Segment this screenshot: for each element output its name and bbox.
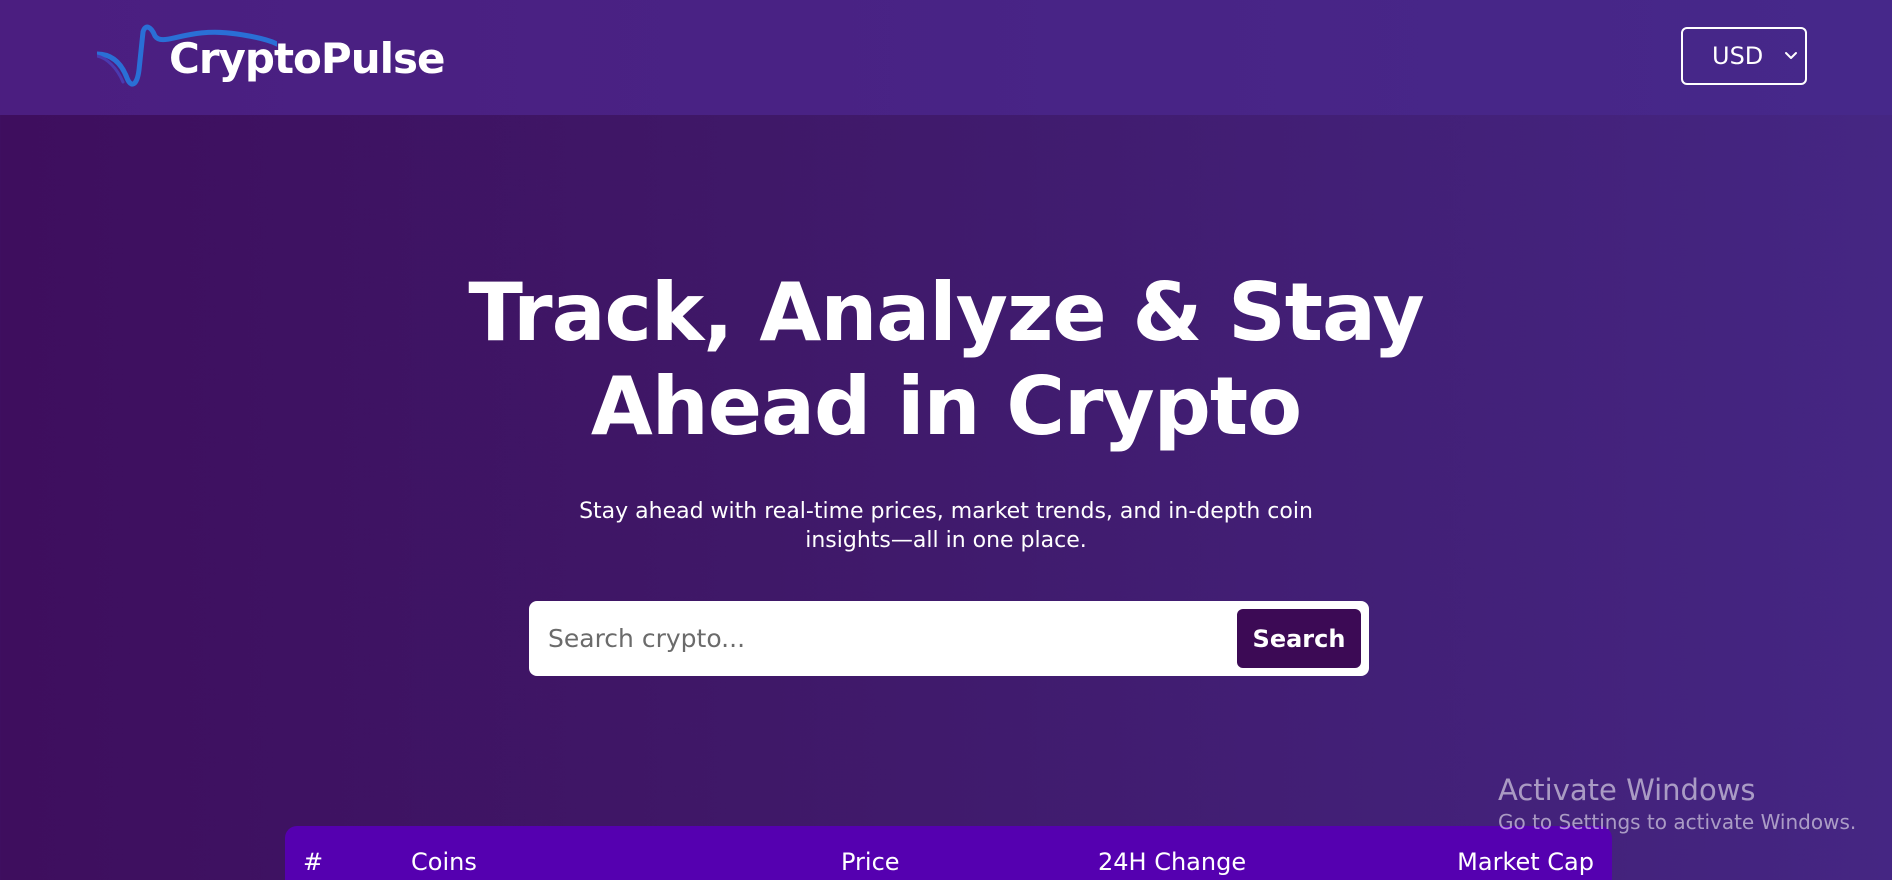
column-header-24h-change[interactable]: 24H Change — [1098, 848, 1246, 876]
column-header-rank[interactable]: # — [303, 848, 323, 876]
top-navbar: CryptoPulse USD — [0, 0, 1892, 115]
coins-table-header: # Coins Price 24H Change Market Cap — [285, 826, 1612, 880]
chevron-down-icon — [1785, 52, 1797, 59]
hero-subtitle: Stay ahead with real-time prices, market… — [566, 497, 1326, 555]
hero-subtitle-line-1: Stay ahead with real-time prices, market… — [579, 499, 1313, 524]
watermark-subtitle: Go to Settings to activate Windows. — [1498, 810, 1857, 834]
logo-text: CryptoPulse — [169, 34, 445, 83]
currency-value: USD — [1712, 42, 1764, 70]
hero-subtitle-line-2: insights—all in one place. — [805, 528, 1087, 553]
search-input[interactable] — [529, 601, 1229, 676]
hero-title-line-1: Track, Analyze & Stay — [468, 266, 1424, 359]
search-bar: Search — [529, 601, 1369, 676]
column-header-market-cap[interactable]: Market Cap — [1457, 848, 1594, 876]
watermark-title: Activate Windows — [1498, 773, 1756, 807]
search-button[interactable]: Search — [1237, 609, 1361, 668]
hero-title-line-2: Ahead in Crypto — [590, 360, 1302, 453]
logo[interactable]: CryptoPulse — [97, 22, 445, 92]
column-header-coins[interactable]: Coins — [411, 848, 477, 876]
column-header-price[interactable]: Price — [841, 848, 900, 876]
currency-select[interactable]: USD — [1681, 27, 1807, 85]
hero-title: Track, Analyze & Stay Ahead in Crypto — [346, 266, 1546, 454]
windows-activation-watermark: Activate Windows Go to Settings to activ… — [1498, 772, 1856, 836]
